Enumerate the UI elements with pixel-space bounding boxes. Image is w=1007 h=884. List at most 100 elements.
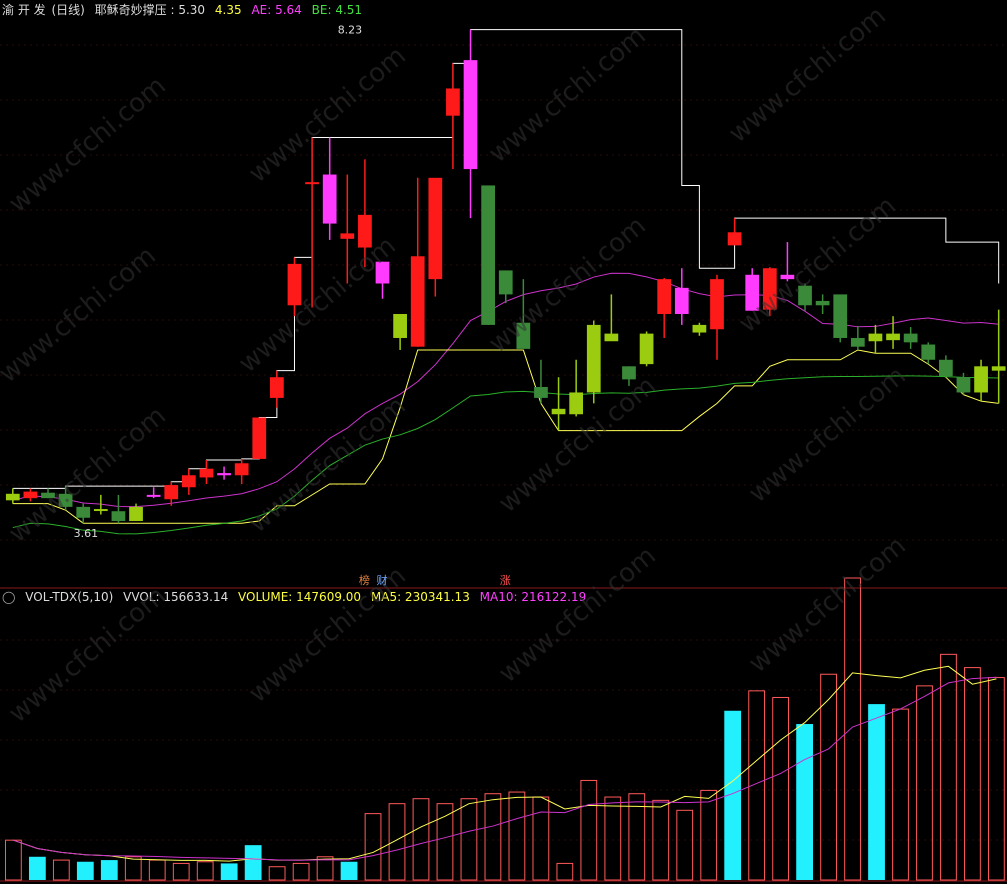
volume-bar	[460, 798, 478, 881]
candle-body	[498, 270, 513, 295]
volume-bar	[388, 803, 406, 881]
candle-body	[76, 506, 91, 518]
candle-body	[375, 261, 390, 284]
volume-bar	[52, 859, 70, 881]
volume-bar	[148, 859, 166, 881]
candle-body	[622, 366, 636, 380]
candle-body	[58, 493, 73, 507]
volume-bar	[412, 798, 430, 881]
candle-body	[111, 511, 126, 522]
candle-body	[569, 392, 584, 415]
candle-body	[146, 494, 161, 497]
candle-body	[393, 314, 407, 338]
price-annotation: 8.23	[338, 24, 363, 37]
volume-bar	[100, 860, 118, 880]
event-tag[interactable]: 榜	[359, 572, 370, 588]
candle-body	[129, 506, 143, 522]
volume-bar	[436, 803, 454, 881]
vol-ma5-line	[13, 665, 997, 862]
vol-ma10-line	[13, 676, 997, 861]
candle-body	[446, 88, 460, 116]
candle-body	[657, 279, 672, 315]
candle-body	[23, 491, 38, 499]
candle-body	[463, 60, 478, 170]
candle-body	[534, 387, 548, 398]
volume-bar	[988, 677, 1005, 881]
candle-body	[252, 417, 267, 459]
volume-bar	[580, 779, 598, 881]
candle-body	[798, 285, 812, 306]
candle-body	[41, 492, 55, 499]
volume-bar	[796, 724, 813, 880]
volume-bar	[76, 861, 94, 880]
volume-bar	[268, 866, 286, 881]
volume-bar	[676, 809, 694, 881]
volume-bar	[484, 793, 502, 881]
candle-body	[833, 294, 848, 338]
candle-body	[604, 333, 619, 342]
volume-bar	[916, 685, 933, 881]
candle-body	[850, 337, 865, 347]
price-annotation: 3.61	[74, 527, 99, 540]
volume-bar	[844, 577, 861, 881]
candle-body	[886, 333, 900, 341]
volume-bar	[508, 791, 526, 881]
volume-bar	[364, 813, 382, 881]
resistance-line	[12, 29, 1000, 489]
candle-body	[305, 182, 319, 185]
volume-bar	[964, 667, 981, 881]
candle-body	[780, 274, 795, 280]
candle-body	[516, 322, 531, 349]
candle-body	[181, 475, 196, 488]
volume-bar	[940, 653, 957, 881]
candle-body	[270, 377, 284, 398]
volume-bar	[196, 861, 214, 881]
candle-body	[868, 333, 883, 342]
candle-body	[991, 366, 1006, 371]
candle-body	[727, 232, 742, 246]
volume-bar	[172, 862, 190, 881]
volume-bar	[340, 861, 358, 880]
candle-body	[217, 473, 231, 476]
volume-bar	[892, 708, 909, 881]
candle-body	[93, 509, 108, 512]
volume-bar	[772, 696, 790, 881]
candle-body	[956, 377, 971, 393]
candle-body	[234, 463, 249, 476]
candle-body	[164, 485, 179, 500]
candle-body	[710, 279, 724, 330]
volume-bar	[220, 863, 238, 880]
volume-bar	[124, 856, 142, 881]
event-tag[interactable]: 财	[377, 572, 388, 588]
ma-green-line	[12, 375, 999, 535]
candle-body	[762, 268, 777, 310]
volume-bar	[700, 789, 718, 881]
volume-bar	[292, 862, 310, 881]
candle-body	[815, 300, 830, 306]
candle-body	[692, 324, 707, 333]
volume-bar	[604, 796, 622, 881]
candle-body	[974, 366, 988, 393]
candle-body	[938, 359, 953, 377]
candle-body	[639, 333, 654, 365]
candle-body	[358, 214, 372, 248]
volume-bar	[244, 845, 262, 880]
support-line	[12, 349, 999, 524]
candle-body	[428, 177, 443, 280]
candle-body	[481, 185, 496, 325]
event-tag[interactable]: 涨	[500, 572, 511, 588]
candle-body	[586, 324, 601, 393]
candle-body	[921, 344, 936, 360]
candle-body	[5, 493, 20, 501]
candle-body	[903, 333, 918, 343]
ma-violet-line	[12, 272, 999, 508]
candle-body	[287, 263, 302, 306]
volume-bar	[556, 862, 574, 881]
stock-chart[interactable]: 8.23 3.61	[0, 0, 1007, 884]
volume-bar	[868, 704, 885, 880]
candle-body	[340, 233, 355, 239]
candle-body	[745, 274, 760, 311]
volume-bar	[5, 839, 22, 881]
candle-body	[674, 287, 689, 315]
candle-body	[410, 256, 425, 347]
